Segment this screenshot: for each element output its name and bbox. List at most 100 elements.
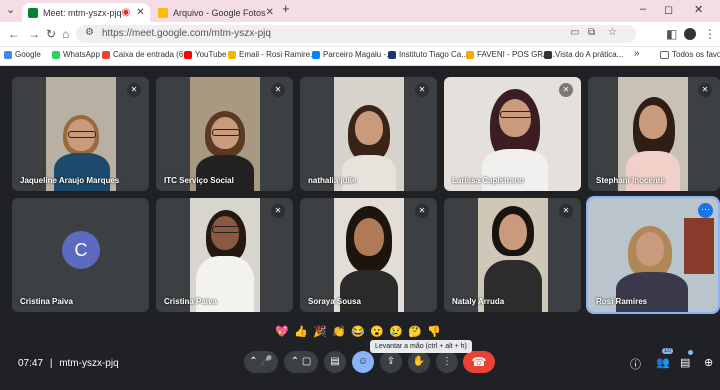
minimize-button[interactable]: –: [640, 3, 646, 15]
cast-icon[interactable]: ▭: [570, 27, 579, 38]
folder-icon: [660, 50, 669, 59]
bookmark-magalu[interactable]: Parceiro Magalu -...: [312, 50, 393, 59]
participant-name: Nataly Arruda: [452, 297, 505, 306]
instituto-icon: [388, 50, 396, 59]
participant-tile[interactable]: ✕ ITC Serviço Social: [156, 77, 293, 191]
people-icon[interactable]: 👥: [656, 356, 670, 369]
reaction-laugh[interactable]: 😂: [350, 324, 366, 340]
reload-icon[interactable]: ↻: [46, 27, 56, 41]
participant-name: Cristina Paiva: [164, 297, 217, 306]
participant-tile-active[interactable]: ⋯ Rosi Ramires: [586, 196, 720, 314]
participant-name: ITC Serviço Social: [164, 176, 234, 185]
chat-icon[interactable]: ▤: [680, 356, 690, 369]
tab-meet[interactable]: Meet: mtm-yszx-pjq ◉ ✕: [22, 3, 150, 22]
participant-tile[interactable]: ✕ Nataly Arruda: [444, 198, 581, 312]
reactions-button[interactable]: ☺: [352, 351, 374, 373]
participant-video: [478, 198, 548, 312]
back-icon[interactable]: ←: [8, 27, 20, 41]
url-text[interactable]: https://meet.google.com/mtm-yszx-pjq: [102, 28, 271, 39]
present-button[interactable]: ⇪: [380, 351, 402, 373]
new-tab-button[interactable]: +: [282, 1, 290, 16]
camera-button[interactable]: ⌃ ▢: [284, 351, 318, 373]
participant-name: Larissa Capistrano: [452, 176, 525, 185]
participant-avatar: C: [62, 231, 100, 269]
bookmark-star-icon[interactable]: ☆: [608, 27, 617, 38]
reaction-surprised[interactable]: 😮: [369, 324, 385, 340]
mic-off-icon: ✕: [559, 83, 573, 97]
meeting-code: mtm-yszx-pjq: [59, 358, 119, 369]
reaction-sad[interactable]: 😢: [388, 324, 404, 340]
bookmark-email[interactable]: Email - Rosi Ramire...: [228, 50, 317, 59]
participant-tile[interactable]: C Cristina Paiva: [12, 198, 149, 312]
bookmark-faveni[interactable]: FAVENI - POS GRA...: [466, 50, 555, 59]
faveni-icon: [466, 50, 474, 59]
bookmark-youtube[interactable]: YouTube: [184, 50, 226, 59]
mic-off-icon: ✕: [698, 83, 712, 97]
participant-tile[interactable]: ✕ nathalia julie: [300, 77, 437, 191]
microphone-button[interactable]: ⌃ 🎤: [244, 351, 278, 373]
participant-name: Jaqueline Araujo Marques: [20, 176, 120, 185]
participant-video: [618, 77, 688, 191]
bookmark-vista[interactable]: Vista do A prática...: [544, 50, 623, 59]
bookmark-instituto[interactable]: Instituto Tiago Ca...: [388, 50, 468, 59]
maximize-button[interactable]: ◻: [664, 3, 673, 16]
all-favorites-folder[interactable]: Todos os favoritos: [660, 50, 720, 59]
omnibox[interactable]: ⚙ https://meet.google.com/mtm-yszx-pjq ☆…: [76, 25, 636, 43]
bookmark-gmail[interactable]: Caixa de entrada (6...: [102, 50, 190, 59]
participant-tile[interactable]: ✕ Stephani Inocente: [588, 77, 720, 191]
reaction-clap[interactable]: 👏: [331, 324, 347, 340]
leave-call-button[interactable]: ☎: [463, 351, 495, 373]
raise-hand-tooltip: Levantar a mão (ctrl + alt + h): [370, 340, 472, 353]
reaction-thumbs-down[interactable]: 👎: [426, 324, 442, 340]
reaction-heart[interactable]: 💖: [274, 324, 290, 340]
reaction-thinking[interactable]: 🤔: [407, 324, 423, 340]
participant-name: Cristina Paiva: [20, 297, 73, 306]
participant-name: Stephani Inocente: [596, 176, 665, 185]
meeting-time: 07:47: [18, 358, 44, 369]
meeting-details-icon[interactable]: ⓘ: [630, 356, 641, 372]
raise-hand-button[interactable]: ✋: [408, 351, 430, 373]
bookmarks-more-button[interactable]: »: [634, 48, 640, 59]
mic-off-icon: ✕: [559, 204, 573, 218]
participant-name: Soraya Sousa: [308, 297, 361, 306]
mic-off-icon: ✕: [271, 204, 285, 218]
reaction-thumbs-up[interactable]: 👍: [293, 324, 309, 340]
share-icon[interactable]: ⧉: [588, 27, 595, 38]
more-options-button[interactable]: ⋮: [436, 351, 458, 373]
tab-search-icon[interactable]: ⌄: [6, 3, 15, 16]
participant-tile[interactable]: ✕ Jaqueline Araujo Marques: [12, 77, 149, 191]
profile-avatar[interactable]: [684, 28, 696, 40]
participant-count-badge: 10: [662, 348, 673, 354]
forward-icon[interactable]: →: [28, 27, 40, 41]
bookmark-whatsapp[interactable]: WhatsApp: [52, 50, 100, 59]
participant-tile[interactable]: ✕ Cristina Paiva: [156, 198, 293, 312]
outlook-icon: [228, 50, 236, 59]
tab-close-icon[interactable]: ✕: [266, 7, 274, 18]
chat-notification-dot: [688, 350, 693, 355]
site-info-icon[interactable]: ⚙: [85, 27, 94, 38]
mic-off-icon: ✕: [271, 83, 285, 97]
more-options-icon[interactable]: ⋯: [698, 203, 713, 218]
tab-photos[interactable]: Arquivo - Google Fotos ✕: [152, 3, 277, 22]
bookmark-google[interactable]: Google: [4, 50, 41, 59]
participant-name: Rosi Ramires: [596, 297, 648, 306]
reactions-bar: 💖 👍 🎉 👏 😂 😮 😢 🤔 👎: [274, 324, 442, 340]
captions-button[interactable]: ▤: [324, 351, 346, 373]
whatsapp-icon: [52, 50, 60, 59]
participant-tile[interactable]: ✕ Larissa Capistrano: [444, 77, 581, 191]
reaction-party[interactable]: 🎉: [312, 324, 328, 340]
extensions-icon[interactable]: ◧: [666, 27, 677, 41]
participant-video: [190, 198, 260, 312]
participant-tile[interactable]: ✕ Soraya Sousa: [300, 198, 437, 312]
home-icon[interactable]: ⌂: [62, 27, 69, 41]
tab-title: Arquivo - Google Fotos: [173, 7, 266, 18]
gmail-icon: [102, 50, 110, 59]
meeting-info: 07:47 | mtm-yszx-pjq: [18, 358, 119, 369]
activities-icon[interactable]: ⊕: [704, 356, 713, 369]
meet-icon: [28, 7, 38, 18]
vista-icon: [544, 50, 552, 59]
participant-video: [334, 198, 404, 312]
tab-close-icon[interactable]: ✕: [136, 7, 144, 18]
close-window-button[interactable]: ✕: [694, 3, 703, 16]
browser-menu-icon[interactable]: ⋮: [704, 27, 716, 41]
